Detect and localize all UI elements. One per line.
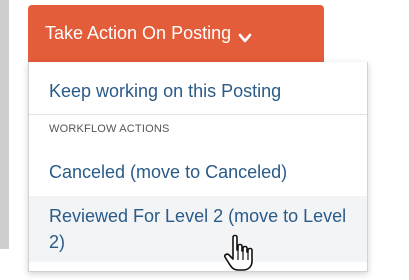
take-action-button-label: Take Action On Posting xyxy=(45,23,232,43)
menu-item-canceled-label: Canceled (move to Canceled) xyxy=(49,162,288,182)
menu-item-keep-working-label: Keep working on this Posting xyxy=(49,81,282,101)
action-dropdown-menu: Keep working on this Posting WORKFLOW AC… xyxy=(28,62,368,272)
take-action-dropdown-button[interactable]: Take Action On Posting xyxy=(28,5,324,62)
menu-divider xyxy=(29,114,367,115)
chevron-down-icon xyxy=(238,29,252,43)
menu-item-reviewed-label: Reviewed For Level 2 (move to Level 2) xyxy=(49,206,347,252)
hand-pointer-icon xyxy=(222,233,256,273)
menu-item-reviewed-level-2[interactable]: Reviewed For Level 2 (move to Level 2) xyxy=(29,196,367,262)
left-border-bar xyxy=(0,0,9,249)
menu-item-keep-working[interactable]: Keep working on this Posting xyxy=(29,70,367,112)
menu-item-canceled[interactable]: Canceled (move to Canceled) xyxy=(29,152,367,192)
page: Take Action On Posting Keep working on t… xyxy=(0,0,409,280)
workflow-actions-header: WORKFLOW ACTIONS xyxy=(49,123,170,135)
